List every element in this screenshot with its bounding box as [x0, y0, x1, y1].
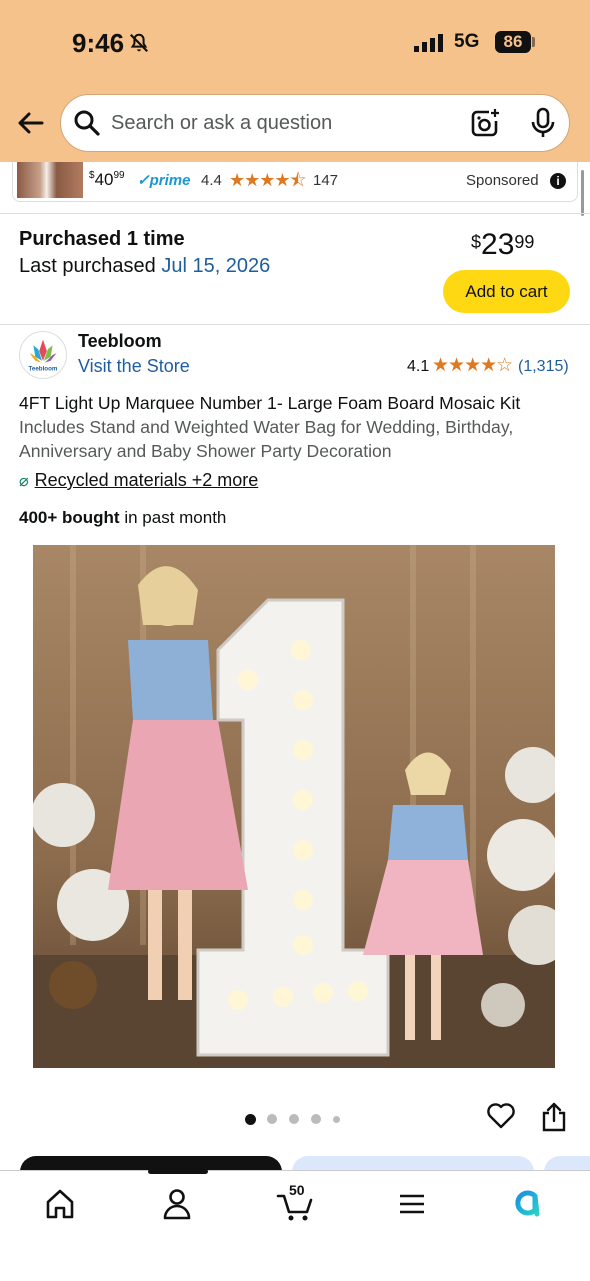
rating-value: 4.1	[407, 358, 430, 375]
svg-text:Teebloom: Teebloom	[29, 365, 58, 372]
home-icon[interactable]	[40, 1184, 80, 1224]
sponsored-label: Sponsored	[466, 172, 539, 189]
silent-bell-icon	[129, 33, 149, 53]
status-time: 9:46	[72, 28, 125, 58]
header: 9:46 5G 86 Search or ask a question	[0, 0, 590, 162]
scrollbar[interactable]	[581, 170, 584, 216]
search-input[interactable]: Search or ask a question	[111, 112, 332, 135]
signal-icon	[414, 34, 443, 52]
leaf-icon: ⌀	[19, 473, 29, 490]
ad-thumbnail[interactable]	[17, 162, 83, 198]
status-bar: 9:46 5G 86	[0, 0, 590, 88]
brand-name: Teebloom	[78, 331, 162, 351]
pagination-dot[interactable]	[311, 1114, 321, 1124]
divider	[0, 213, 590, 214]
pagination-dot[interactable]	[289, 1114, 299, 1124]
brand-logo[interactable]: Teebloom	[19, 331, 67, 379]
ad-price: $4099	[89, 170, 125, 189]
ad-review-count: 147	[313, 172, 339, 189]
ad-stars: ★★★★⯪	[229, 170, 307, 190]
menu-icon[interactable]	[392, 1184, 432, 1224]
visit-store-link[interactable]: Visit the Store	[78, 356, 190, 377]
battery-level: 86	[495, 31, 531, 53]
search-bar[interactable]: Search or ask a question	[60, 94, 570, 152]
brand-logo-image: Teebloom	[29, 339, 58, 372]
product-price: $2399	[471, 228, 535, 261]
back-arrow-icon[interactable]	[14, 106, 48, 140]
prime-badge: ✓prime	[137, 172, 191, 189]
search-icon	[74, 110, 100, 136]
nav-active-indicator	[148, 1169, 208, 1174]
rufus-assistant-icon[interactable]	[508, 1184, 548, 1224]
cart-count-badge: 50	[289, 1182, 305, 1198]
purchase-history-title: Purchased 1 time	[19, 228, 185, 250]
share-icon[interactable]	[541, 1101, 567, 1133]
heart-icon[interactable]	[486, 1101, 516, 1131]
sponsored-ad[interactable]: $4099 ✓prime 4.4 ★★★★⯪ 147 Sponsored i	[12, 162, 578, 202]
pagination-dot[interactable]	[333, 1116, 340, 1123]
product-image[interactable]	[33, 545, 555, 1068]
microphone-icon[interactable]	[529, 107, 557, 139]
network-type: 5G	[454, 31, 480, 52]
last-purchased-date-link[interactable]: Jul 15, 2026	[161, 255, 270, 277]
account-icon[interactable]	[157, 1184, 197, 1224]
rating-count-link[interactable]: (1,315)	[518, 358, 569, 376]
pagination-dot[interactable]	[245, 1114, 256, 1125]
last-purchased: Last purchased Jul 15, 2026	[19, 255, 271, 277]
ad-rating: 4.4	[201, 172, 222, 189]
info-icon[interactable]: i	[550, 173, 566, 189]
add-to-cart-button[interactable]: Add to cart	[443, 270, 570, 313]
divider	[0, 324, 590, 325]
product-title: 4FT Light Up Marquee Number 1- Large Foa…	[19, 393, 521, 461]
battery-tip	[532, 37, 535, 47]
pagination-dot[interactable]	[267, 1114, 277, 1124]
bought-count: 400+ bought in past month	[19, 508, 227, 527]
camera-lens-icon[interactable]	[469, 107, 501, 139]
rating-stars[interactable]: ★★★★☆	[432, 354, 513, 377]
sustainability-features[interactable]: ⌀ Recycled materials +2 more	[19, 470, 258, 491]
